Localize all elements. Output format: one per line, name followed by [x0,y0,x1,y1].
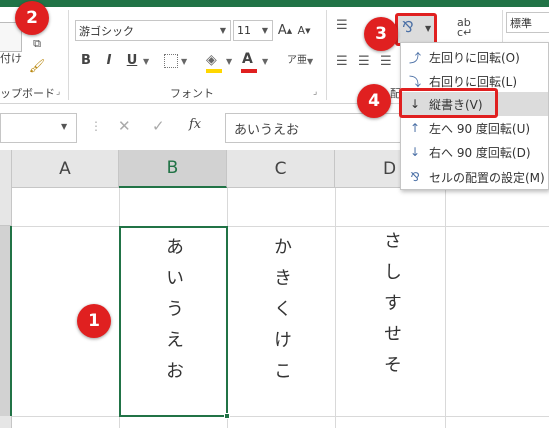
number-format-combo[interactable]: 標準 [506,12,549,33]
font-launcher-icon[interactable]: ⌟ [313,87,317,97]
font-group-label: フォント [170,87,214,100]
chevron-down-icon: ▼ [425,24,432,33]
step-badge-4: 4 [357,84,391,118]
grid-line [335,188,336,428]
cell-d2-text: さしすせそ [381,231,402,386]
menu-item-rotate-down[interactable]: ↓ 右へ 90 度回転(D) [401,140,548,164]
clipboard-group-label: ップボード [0,87,55,100]
menu-item-label: セルの配置の設定(M) [429,170,545,185]
shrink-font-button[interactable]: A ▼ [296,20,312,41]
column-header-b[interactable]: B [119,150,227,188]
chevron-down-icon[interactable]: ▼ [181,57,187,66]
wrap-text-icon[interactable]: ab c↵ [457,17,472,38]
chevron-down-icon[interactable]: ▼ [61,122,67,131]
ribbon-top-bar [0,0,549,7]
number-format-value: 標準 [510,16,532,30]
shrink-font-label: A [297,24,306,37]
align-left-icon[interactable]: ☰ [336,54,348,69]
font-size-combo[interactable]: 11 ▼ [233,20,273,41]
grid-line [12,226,549,227]
menu-item-label: 左へ 90 度回転(U) [429,121,531,136]
select-all-button[interactable] [0,150,12,188]
rotate-up-icon: ↑ [409,121,421,135]
grid-line [12,416,549,417]
enter-entry-button[interactable]: ✓ [152,117,165,135]
column-header-a[interactable]: A [12,150,119,188]
chevron-down-icon[interactable]: ▼ [226,57,232,66]
rotate-right-icon: ⤵ [408,74,421,89]
cancel-entry-button[interactable]: ✕ [118,117,131,135]
chevron-down-icon[interactable]: ▼ [307,57,313,66]
align-right-icon[interactable]: ☰ [380,54,392,69]
column-header-c[interactable]: C [227,150,335,188]
row-header-2[interactable] [0,226,12,416]
highlight-box-vertical-text [399,88,498,118]
font-color-swatch [241,69,257,73]
chevron-down-icon[interactable]: ▼ [216,26,230,35]
cell-b2-text: あいうえお [163,237,184,392]
fill-handle[interactable] [224,413,230,419]
menu-item-format-alignment[interactable]: ⅋ セルの配置の設定(M) [401,165,548,189]
rotate-down-icon: ↓ [409,145,421,159]
font-size-value: 11 [237,24,251,37]
top-align-icon[interactable]: ☰ [336,18,348,33]
orientation-icon: ⅋ [402,18,414,36]
align-center-icon[interactable]: ☰ [358,54,370,69]
formula-bar-grip: ⋮ [90,119,102,133]
grow-font-button[interactable]: A ▲ [277,20,293,41]
borders-icon[interactable] [164,54,178,68]
grow-font-label: A [277,23,287,38]
fill-color-swatch [206,69,222,73]
step-badge-1: 1 [77,304,111,338]
chevron-down-icon[interactable]: ▼ [258,26,272,35]
step-badge-2: 2 [15,1,49,35]
font-name-value: 游ゴシック [79,24,134,38]
chevron-down-icon[interactable]: ▼ [262,57,268,66]
menu-item-label: 左回りに回転(O) [429,50,520,65]
rotate-left-icon: ⤴ [408,50,421,65]
underline-button[interactable]: U [123,53,141,68]
menu-item-label: 右回りに回転(L) [429,74,518,89]
group-separator [68,10,69,100]
insert-function-button[interactable]: fx [189,117,201,132]
format-alignment-icon: ⅋ [410,170,420,184]
group-separator [326,10,327,100]
bold-button[interactable]: B [77,53,95,68]
row-header-1[interactable] [0,188,12,226]
step-badge-3: 3 [364,17,398,51]
paste-button-label[interactable]: 付け [0,50,22,66]
clipboard-launcher-icon[interactable]: ⌟ [56,87,60,97]
copy-icon[interactable]: ⧉ [28,36,46,52]
font-color-button[interactable]: A [242,51,253,67]
phonetic-guide-icon[interactable]: ア亜 [287,51,307,66]
menu-item-rotate-up[interactable]: ↑ 左へ 90 度回転(U) [401,116,548,140]
chevron-down-icon[interactable]: ▼ [143,57,149,66]
grid-line [445,188,446,428]
menu-item-rotate-left[interactable]: ⤴ 左回りに回転(O) [401,45,548,69]
fill-color-icon[interactable]: ◈ [206,52,217,68]
font-name-combo[interactable]: 游ゴシック ▼ [75,20,231,41]
format-painter-icon[interactable]: 🖌 [28,58,46,74]
menu-item-label: 右へ 90 度回転(D) [429,145,531,160]
cell-c2-text: かきくけこ [271,237,292,392]
italic-button[interactable]: I [100,53,118,68]
row-header-3[interactable] [0,416,12,428]
